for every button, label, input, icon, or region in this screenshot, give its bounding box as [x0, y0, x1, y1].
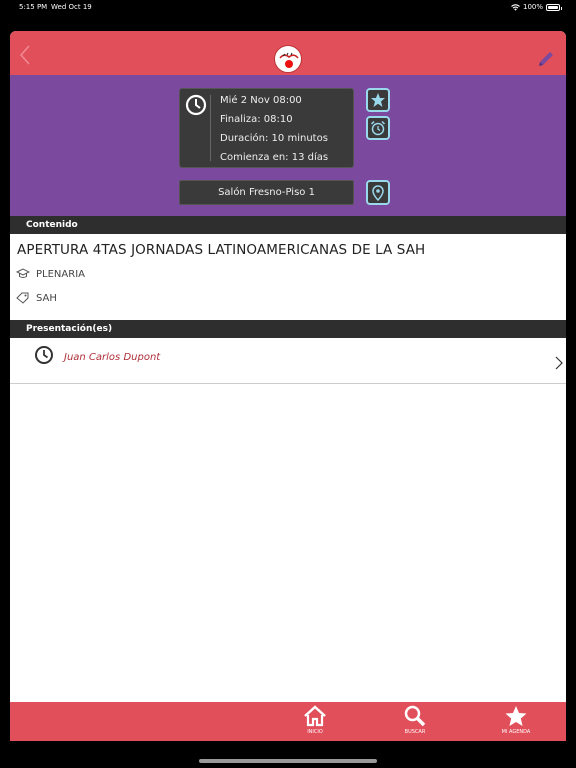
battery-percent: 100% — [522, 3, 543, 11]
card-divider — [210, 95, 211, 161]
graduation-cap-icon — [16, 268, 30, 278]
tab-buscar-label: BUSCAR — [404, 729, 426, 735]
event-type: PLENARIA — [36, 268, 85, 280]
header-bar — [10, 31, 566, 75]
end-time: Finaliza: 08:10 — [220, 114, 293, 125]
schedule-card: Mié 2 Nov 08:00 Finaliza: 08:10 Duración… — [179, 88, 354, 168]
status-date: Wed Oct 19 — [51, 3, 92, 11]
speaker-name: Juan Carlos Dupont — [64, 352, 161, 363]
chevron-left-icon[interactable] — [18, 44, 32, 66]
event-title: APERTURA 4TAS JORNADAS LATINOAMERICANAS … — [17, 242, 426, 258]
schedule-panel: Mié 2 Nov 08:00 Finaliza: 08:10 Duración… — [10, 75, 566, 216]
bottom-tab-bar: INICIO BUSCAR MI AGENDA — [10, 702, 566, 741]
status-bar: 5:15 PM Wed Oct 19 100% — [0, 0, 576, 14]
home-icon — [304, 705, 326, 727]
logo-bird-icon — [279, 52, 299, 59]
room-location: Salón Fresno-Piso 1 — [179, 180, 354, 205]
status-time: 5:15 PM — [19, 3, 48, 11]
map-button[interactable] — [366, 180, 390, 205]
home-indicator[interactable] — [199, 759, 377, 763]
tab-buscar[interactable]: BUSCAR — [385, 705, 445, 739]
event-tag-row: SAH — [16, 292, 57, 304]
alarm-clock-icon — [370, 120, 386, 136]
event-detail-sheet: Mié 2 Nov 08:00 Finaliza: 08:10 Duración… — [10, 31, 566, 741]
start-datetime: Mié 2 Nov 08:00 — [220, 95, 302, 106]
chevron-right-icon — [555, 356, 563, 370]
status-right: 100% — [511, 3, 562, 11]
wifi-icon — [511, 3, 520, 11]
tag-icon — [16, 292, 29, 304]
event-logo — [274, 45, 302, 73]
logo-dot — [285, 60, 293, 68]
presentation-row[interactable]: Juan Carlos Dupont — [10, 338, 566, 384]
search-icon — [404, 705, 426, 727]
favorite-button[interactable] — [366, 88, 390, 112]
location-pin-icon — [372, 184, 384, 201]
battery-icon — [546, 3, 562, 11]
tab-mi-agenda-label: MI AGENDA — [501, 729, 531, 735]
content-section-header: Contenido — [10, 216, 566, 234]
presentations-section-header: Presentación(es) — [10, 320, 566, 338]
event-tag: SAH — [36, 292, 57, 304]
tab-inicio[interactable]: INICIO — [285, 705, 345, 739]
clock-icon — [35, 346, 53, 364]
star-icon — [371, 93, 385, 107]
starts-in: Comienza en: 13 días — [220, 152, 329, 163]
tab-inicio-label: INICIO — [307, 729, 323, 735]
clock-icon — [185, 94, 207, 116]
pencil-icon[interactable] — [536, 49, 556, 69]
tab-mi-agenda[interactable]: MI AGENDA — [486, 705, 546, 739]
event-type-row: PLENARIA — [16, 268, 85, 280]
duration: Duración: 10 minutos — [220, 133, 328, 144]
star-icon — [505, 706, 527, 726]
alarm-button[interactable] — [366, 116, 390, 140]
